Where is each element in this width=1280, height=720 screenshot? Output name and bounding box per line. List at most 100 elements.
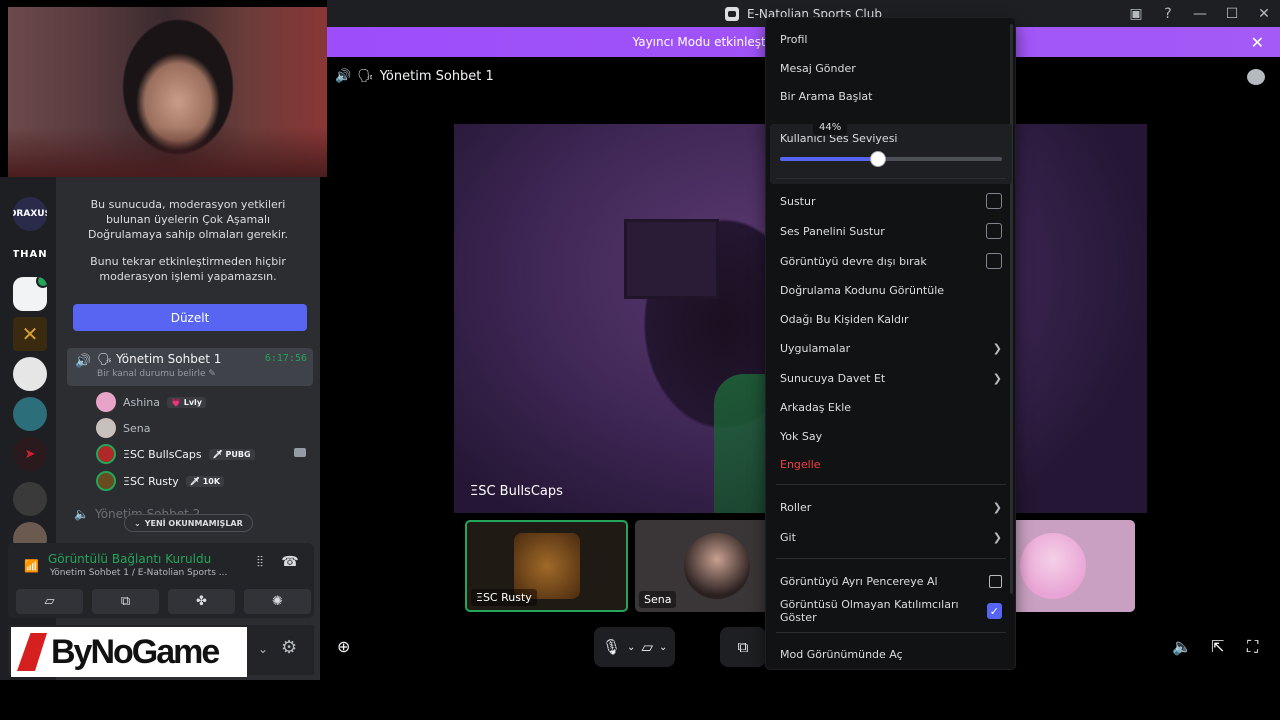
server-icon-enatolian[interactable]: [13, 277, 47, 311]
new-unreads-pill[interactable]: ⌄ YENİ OKUNMAMIŞLAR: [124, 514, 253, 532]
menu-item-invite-server[interactable]: Sunucuya Davet Et ❯: [780, 368, 1002, 388]
voice-speaker-icon: 🔊: [75, 354, 92, 369]
bynogame-mark-icon: [17, 633, 47, 671]
menu-item-mute[interactable]: Sustur: [780, 191, 1002, 211]
voice-speaker-icon: 🔊: [335, 69, 352, 84]
menu-item-popout-video[interactable]: Görüntüyü Ayrı Pencereye Al: [780, 571, 1002, 591]
activities-button[interactable]: ✤: [168, 589, 235, 614]
mic-controls: 🎙 ⌄ ▱ ⌄: [594, 627, 676, 667]
volume-slider-handle[interactable]: [869, 151, 886, 167]
menu-item-mute-soundboard[interactable]: Ses Panelini Sustur: [780, 221, 1002, 241]
menu-item-send-message[interactable]: Mesaj Gönder: [780, 58, 1002, 78]
chevron-down-icon[interactable]: ⌄: [627, 642, 635, 653]
chevron-down-icon[interactable]: ⌄: [659, 642, 667, 653]
menu-item-disable-video[interactable]: Görüntüyü devre dışı bırak: [780, 251, 1002, 271]
camera-off-button[interactable]: ▱: [16, 589, 83, 614]
wall-frame: [624, 219, 719, 299]
checkbox[interactable]: [986, 253, 1002, 269]
volume-icon[interactable]: 🔈: [1172, 637, 1192, 656]
server-icon-gold[interactable]: ✕: [13, 317, 47, 351]
server-icon-red[interactable]: ➤: [13, 437, 47, 471]
voice-user-rusty[interactable]: ΞSC Rusty 🗡 10K: [96, 470, 225, 492]
menu-item-mod-view[interactable]: Mod Görünümünde Aç: [780, 644, 1002, 664]
voice-connection-panel: 📶 Görüntülü Bağlantı Kuruldu Yönetim Soh…: [8, 543, 314, 618]
user-tag: 💗 Lvly: [167, 396, 207, 408]
user-tag: 🗡 PUBG: [208, 448, 255, 460]
add-user-icon[interactable]: ⊕: [337, 637, 350, 656]
external-link-icon: [989, 574, 1002, 588]
voice-connected-location[interactable]: Yönetim Sohbet 1 / E-Natolian Sports ...: [50, 568, 227, 578]
minimize-button[interactable]: —: [1184, 0, 1216, 27]
stage-header: 🔊 🗣 Yönetim Sohbet 1: [335, 69, 494, 84]
user-context-menu: Profil Mesaj Gönder Bir Arama Başlat Kul…: [765, 17, 1016, 670]
checkbox[interactable]: [986, 223, 1002, 239]
menu-item-roles[interactable]: Roller ❯: [780, 497, 1002, 517]
maximize-button[interactable]: ☐: [1216, 0, 1248, 27]
menu-item-start-call[interactable]: Bir Arama Başlat: [780, 86, 1002, 106]
server-icon-character-1[interactable]: [13, 357, 47, 391]
voice-channel-timer: 6:17:56: [264, 353, 307, 364]
gear-icon[interactable]: ⚙: [281, 637, 297, 658]
disconnect-icon[interactable]: ☎: [279, 551, 301, 573]
chat-bubble-icon[interactable]: [1247, 69, 1265, 85]
server-icon-character-2[interactable]: [13, 397, 47, 431]
menu-item-apps[interactable]: Uygulamalar ❯: [780, 338, 1002, 358]
menu-divider: [776, 558, 1006, 559]
soundboard-button[interactable]: ✺: [244, 589, 311, 614]
menu-item-show-nonvideo[interactable]: Görüntüsü Olmayan Katılımcıları Göster ✓: [780, 598, 1002, 624]
chevron-right-icon: ❯: [992, 530, 1002, 544]
menu-item-verification-code[interactable]: Doğrulama Kodunu Görüntüle: [780, 280, 1002, 300]
user-panel: ByNoGame ⌄ ⚙: [8, 625, 314, 677]
volume-slider[interactable]: [780, 151, 1002, 167]
app-window: DRAXUS THAN ✕ ➤ Bu sunucuda, moderasyon …: [0, 0, 1280, 720]
voice-user-ashina[interactable]: Ashina 💗 Lvly: [96, 391, 207, 413]
screen-share-control[interactable]: ⧉: [720, 627, 766, 667]
avatar: [96, 418, 116, 438]
signal-icon: 📶: [24, 559, 39, 573]
popout-icon[interactable]: ⇱: [1211, 637, 1224, 656]
chevron-down-icon[interactable]: ⌄: [258, 642, 268, 656]
fix-mfa-button[interactable]: Düzelt: [73, 304, 307, 331]
chevron-right-icon: ❯: [992, 371, 1002, 385]
help-icon[interactable]: ?: [1152, 0, 1184, 27]
checkbox[interactable]: [986, 193, 1002, 209]
avatar: [1019, 533, 1086, 599]
voice-channel-active[interactable]: 🔊 🗣 Yönetim Sohbet 1 6:17:56 Bir kanal d…: [67, 348, 313, 386]
menu-item-ignore[interactable]: Yok Say: [780, 426, 1002, 446]
camera-off-icon[interactable]: ▱: [641, 638, 653, 656]
menu-divider: [776, 632, 1006, 633]
fullscreen-icon[interactable]: ⛶: [1247, 637, 1258, 657]
microphone-icon[interactable]: 🎙: [602, 638, 621, 656]
avatar: [96, 444, 116, 464]
voice-speaker-icon: 🔈: [74, 507, 89, 521]
screen-share-button[interactable]: ⧉: [92, 589, 159, 614]
menu-item-go[interactable]: Git ❯: [780, 527, 1002, 547]
noise-suppression-icon[interactable]: ⦙⦙: [249, 551, 271, 573]
voice-user-sena[interactable]: Sena: [96, 417, 150, 439]
server-icon-draxus[interactable]: DRAXUS: [13, 197, 47, 231]
channel-status-placeholder[interactable]: Bir kanal durumu belirle ✎: [97, 369, 216, 379]
voice-connected-status[interactable]: Görüntülü Bağlantı Kuruldu: [48, 552, 211, 566]
mfa-notice-text-2: Bunu tekrar etkinleştirmeden hiçbir mode…: [90, 255, 286, 283]
menu-item-profile[interactable]: Profil: [780, 29, 1002, 49]
menu-item-block[interactable]: Engelle: [780, 454, 1002, 474]
close-icon[interactable]: ✕: [1251, 33, 1264, 52]
server-icon-than[interactable]: THAN: [13, 237, 47, 271]
server-icon-dark[interactable]: [13, 482, 47, 516]
voice-user-bullscaps[interactable]: ΞSC BullsCaps 🗡 PUBG: [96, 443, 306, 465]
window-controls: ▣ ? — ☐ ✕: [1120, 0, 1280, 27]
avatar: [96, 471, 116, 491]
voice-action-row: ▱ ⧉ ✤ ✺: [16, 589, 311, 614]
mfa-notice-text-1: Bu sunucuda, moderasyon yetkileri buluna…: [87, 198, 288, 241]
stage-channel-name: Yönetim Sohbet 1: [379, 69, 494, 84]
menu-scrollbar[interactable]: [1010, 24, 1013, 594]
main-video-name: ΞSC BullsCaps: [470, 484, 563, 499]
voice-channel-icon: 🗣: [357, 69, 374, 84]
volume-slider-fill: [780, 157, 878, 161]
inbox-icon[interactable]: ▣: [1120, 0, 1152, 27]
tile-rusty[interactable]: ΞSC Rusty: [465, 520, 628, 612]
menu-item-add-friend[interactable]: Arkadaş Ekle: [780, 397, 1002, 417]
close-window-button[interactable]: ✕: [1248, 0, 1280, 27]
menu-item-remove-focus[interactable]: Odağı Bu Kişiden Kaldır: [780, 309, 1002, 329]
checkbox-checked[interactable]: ✓: [986, 603, 1002, 619]
